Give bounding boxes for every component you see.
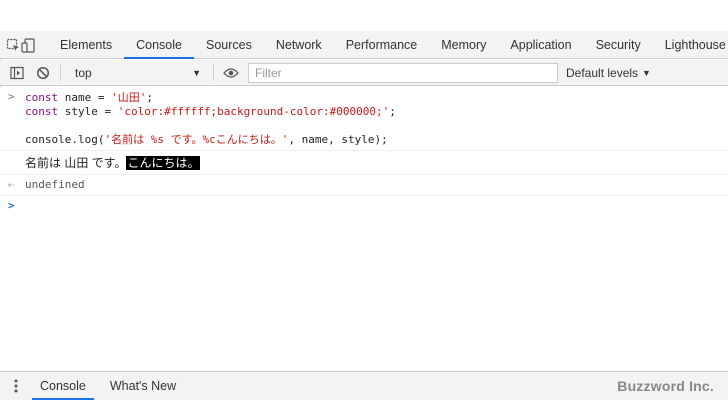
more-options-icon[interactable]	[0, 372, 32, 400]
console-drawer: Console What's New Buzzword Inc.	[0, 371, 728, 400]
result-value: undefined	[25, 178, 85, 191]
log-output-text: 名前は 山田 です。こんにちは。	[25, 154, 728, 171]
console-output[interactable]: > const name = '山田'; const style = 'colo…	[0, 87, 728, 371]
tab-security[interactable]: Security	[584, 31, 653, 58]
tab-memory[interactable]: Memory	[429, 31, 498, 58]
chevron-down-icon: ▼	[642, 67, 651, 78]
tab-network[interactable]: Network	[264, 31, 334, 58]
drawer-tab-console[interactable]: Console	[32, 372, 94, 400]
toolbar-separator	[60, 64, 61, 81]
panel-tabs: Elements Console Sources Network Perform…	[48, 31, 728, 59]
chevron-down-icon: ▼	[192, 67, 201, 78]
output-plain-text: 名前は 山田 です。	[25, 156, 127, 170]
sidebar-toggle-icon[interactable]	[6, 59, 28, 87]
tab-application[interactable]: Application	[498, 31, 583, 58]
watermark: Buzzword Inc.	[617, 378, 714, 394]
live-expression-eye-icon[interactable]	[220, 59, 242, 87]
code-line: const style = 'color:#ffffff;background-…	[25, 105, 396, 118]
tab-console[interactable]: Console	[124, 31, 194, 59]
tab-lighthouse[interactable]: Lighthouse	[653, 31, 728, 58]
inspect-element-icon[interactable]	[6, 31, 21, 59]
console-toolbar: top ▼ Default levels ▼	[0, 60, 728, 86]
toolbar-separator	[213, 64, 214, 81]
drawer-tab-whats-new[interactable]: What's New	[102, 372, 184, 400]
log-levels-label: Default levels	[566, 65, 639, 80]
filter-input[interactable]	[248, 62, 558, 83]
context-selector[interactable]: top ▼	[67, 63, 207, 83]
device-toggle-icon[interactable]	[21, 31, 36, 59]
console-input-entry: > const name = '山田'; const style = 'colo…	[0, 87, 728, 151]
output-styled-text: こんにちは。	[126, 156, 201, 170]
tab-elements[interactable]: Elements	[48, 31, 124, 58]
window-top-strip	[0, 0, 728, 31]
tab-performance[interactable]: Performance	[334, 31, 430, 58]
log-levels-dropdown[interactable]: Default levels ▼	[566, 66, 651, 80]
input-chevron-icon: >	[8, 90, 15, 103]
clear-console-icon[interactable]	[32, 59, 54, 87]
result-arrow-icon: ⇠	[8, 178, 15, 191]
devtools-tab-bar: Elements Console Sources Network Perform…	[0, 31, 728, 59]
code-line: console.log('名前は %s です。%cこんにちは。', name, …	[25, 133, 388, 146]
tab-sources[interactable]: Sources	[194, 31, 264, 58]
console-result-entry: ⇠ undefined	[0, 175, 728, 196]
code-line: const name = '山田';	[25, 91, 153, 104]
context-value: top	[75, 65, 92, 80]
console-log-message: 名前は 山田 です。こんにちは。	[0, 151, 728, 175]
prompt-chevron-icon: >	[8, 199, 15, 212]
console-prompt[interactable]: >	[0, 196, 728, 214]
